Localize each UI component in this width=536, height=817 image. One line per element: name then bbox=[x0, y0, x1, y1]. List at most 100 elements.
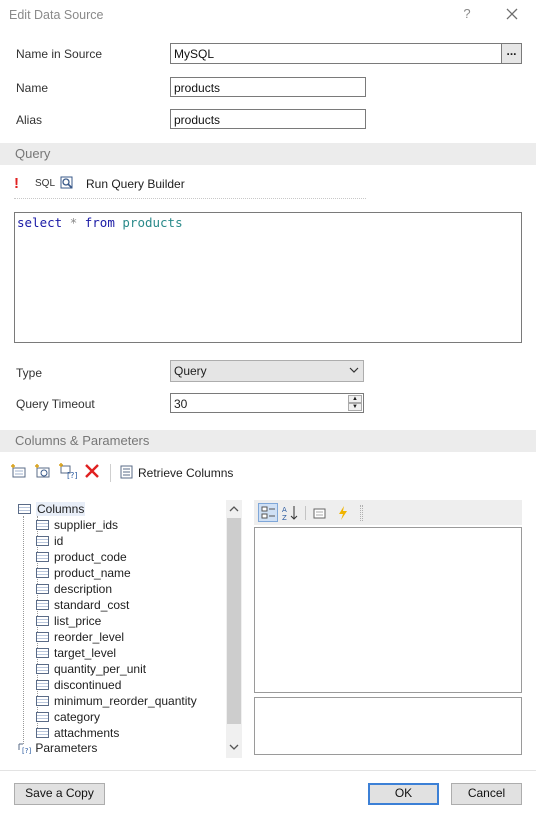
tree-column-item[interactable]: product_code bbox=[36, 550, 127, 566]
sql-keyword: from bbox=[84, 215, 115, 230]
tree-column-item[interactable]: description bbox=[36, 582, 112, 598]
tree-column-label: discontinued bbox=[54, 678, 122, 692]
cancel-button[interactable]: Cancel bbox=[451, 783, 522, 805]
alias-field[interactable]: products bbox=[170, 109, 366, 129]
sort-alphabetical-icon[interactable]: AZ bbox=[281, 504, 299, 522]
columns-icon bbox=[18, 504, 31, 514]
tree-column-item[interactable]: quantity_per_unit bbox=[36, 662, 146, 678]
svg-text:[?]: [?] bbox=[22, 747, 31, 754]
property-description bbox=[254, 697, 522, 755]
tree-column-label: reorder_level bbox=[54, 630, 125, 644]
svg-text:A: A bbox=[282, 506, 287, 514]
column-icon bbox=[36, 616, 49, 626]
run-query-builder-button[interactable]: Run Query Builder bbox=[86, 177, 185, 191]
events-icon[interactable] bbox=[334, 504, 352, 522]
query-timeout-label: Query Timeout bbox=[16, 397, 95, 411]
retrieve-columns-button[interactable]: Retrieve Columns bbox=[138, 466, 233, 480]
tree-column-label: product_name bbox=[54, 566, 131, 580]
type-select[interactable]: Query bbox=[170, 360, 364, 382]
spin-down-icon[interactable]: ▼ bbox=[348, 403, 362, 411]
query-timeout-stepper[interactable]: 30 ▲ ▼ bbox=[170, 393, 364, 413]
tree-column-item[interactable]: product_name bbox=[36, 566, 131, 582]
tree-column-item[interactable]: attachments bbox=[36, 726, 119, 742]
column-icon bbox=[36, 584, 49, 594]
query-builder-icon[interactable] bbox=[60, 176, 74, 190]
tree-root-parameters[interactable]: [?] Parameters bbox=[18, 741, 97, 757]
retrieve-columns-icon[interactable] bbox=[120, 465, 134, 479]
tree-root-columns[interactable]: Columns bbox=[18, 502, 86, 518]
close-icon[interactable] bbox=[502, 4, 522, 24]
prop-toolbar-grip bbox=[360, 505, 363, 521]
column-icon bbox=[36, 520, 49, 530]
save-copy-button[interactable]: Save a Copy bbox=[14, 783, 105, 805]
sql-operator: * bbox=[69, 215, 78, 230]
name-label: Name bbox=[16, 81, 49, 95]
tree-column-item[interactable]: supplier_ids bbox=[36, 518, 118, 534]
tree-column-item[interactable]: list_price bbox=[36, 614, 101, 630]
exclamation-icon[interactable]: ! bbox=[14, 175, 24, 192]
tree-column-item[interactable]: discontinued bbox=[36, 678, 121, 694]
add-calculated-column-icon[interactable] bbox=[35, 463, 55, 483]
categorized-icon[interactable] bbox=[258, 503, 278, 522]
alias-label: Alias bbox=[16, 113, 43, 127]
parameters-icon: [?] bbox=[18, 743, 31, 755]
tree-scrollbar[interactable] bbox=[226, 500, 242, 758]
tree-column-item[interactable]: id bbox=[36, 534, 63, 550]
add-parameter-icon[interactable]: [?] bbox=[59, 463, 79, 483]
window-title: Edit Data Source bbox=[9, 8, 104, 22]
toolbar-divider bbox=[14, 198, 366, 199]
tree-column-label: category bbox=[54, 710, 101, 724]
tree-column-item[interactable]: category bbox=[36, 710, 100, 726]
tree-root-label: Columns bbox=[36, 502, 86, 516]
sql-editor[interactable]: select * from products bbox=[14, 212, 522, 343]
scroll-up-icon[interactable] bbox=[229, 505, 239, 512]
tree-column-label: id bbox=[54, 534, 64, 548]
tree-column-label: product_code bbox=[54, 550, 127, 564]
type-label: Type bbox=[16, 366, 43, 380]
column-icon bbox=[36, 696, 49, 706]
name-in-source-label: Name in Source bbox=[16, 47, 103, 61]
column-icon bbox=[36, 600, 49, 610]
query-section-header: Query bbox=[0, 143, 536, 165]
browse-source-button[interactable]: ... bbox=[501, 43, 522, 64]
ok-button[interactable]: OK bbox=[368, 783, 439, 805]
property-grid[interactable] bbox=[254, 527, 522, 693]
column-icon bbox=[36, 664, 49, 674]
column-icon bbox=[36, 728, 49, 738]
column-icon bbox=[36, 568, 49, 578]
tree-column-label: supplier_ids bbox=[54, 518, 119, 532]
tree-column-item[interactable]: target_level bbox=[36, 646, 116, 662]
spin-up-icon[interactable]: ▲ bbox=[348, 395, 362, 403]
tree-column-label: quantity_per_unit bbox=[54, 662, 147, 676]
query-timeout-value: 30 bbox=[174, 397, 188, 411]
scroll-thumb[interactable] bbox=[227, 518, 241, 724]
help-button[interactable]: ? bbox=[459, 6, 475, 24]
column-icon bbox=[36, 648, 49, 658]
column-icon bbox=[36, 536, 49, 546]
tree-column-label: attachments bbox=[54, 726, 120, 740]
name-in-source-field[interactable]: MySQL bbox=[170, 43, 502, 64]
tree-column-item[interactable]: minimum_reorder_quantity bbox=[36, 694, 197, 710]
tree-parameters-label: Parameters bbox=[35, 741, 98, 755]
tree-column-label: standard_cost bbox=[54, 598, 130, 612]
delete-icon[interactable] bbox=[84, 463, 104, 483]
tree-column-item[interactable]: standard_cost bbox=[36, 598, 129, 614]
properties-icon[interactable] bbox=[311, 504, 329, 522]
svg-text:[?]: [?] bbox=[67, 471, 77, 479]
sql-identifier: products bbox=[122, 215, 183, 230]
column-icon bbox=[36, 680, 49, 690]
sql-keyword: select bbox=[17, 215, 63, 230]
toolbar-separator bbox=[110, 464, 111, 482]
name-field[interactable]: products bbox=[170, 77, 366, 97]
scroll-down-icon[interactable] bbox=[229, 744, 239, 751]
type-select-value: Query bbox=[174, 364, 207, 378]
sql-button[interactable]: SQL bbox=[35, 178, 55, 189]
tree-column-label: description bbox=[54, 582, 113, 596]
columns-tree[interactable]: Columns supplier_idsid product_codeproduc… bbox=[14, 500, 242, 758]
add-column-icon[interactable] bbox=[11, 463, 31, 483]
column-icon bbox=[36, 552, 49, 562]
footer-divider bbox=[0, 770, 536, 771]
column-icon bbox=[36, 712, 49, 722]
tree-column-item[interactable]: reorder_level bbox=[36, 630, 124, 646]
columns-section-header: Columns & Parameters bbox=[0, 430, 536, 452]
